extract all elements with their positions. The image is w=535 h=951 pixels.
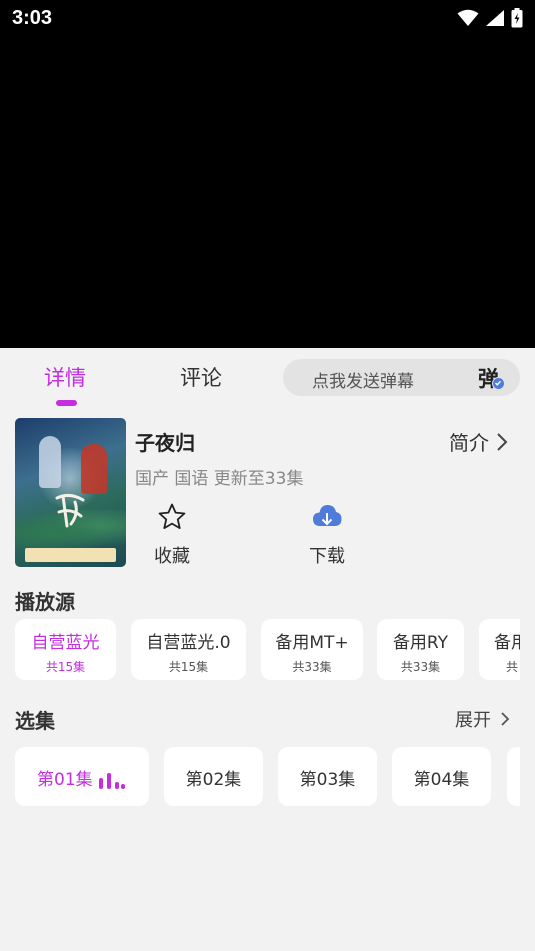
favorite-label: 收藏 — [154, 546, 190, 567]
show-meta: 国产 国语 更新至33集 — [135, 469, 304, 489]
cellular-signal-icon — [486, 10, 504, 26]
download-label: 下载 — [309, 546, 345, 567]
episode-item[interactable] — [507, 747, 520, 806]
intro-link[interactable]: 简介 — [449, 427, 511, 456]
danmaku-toggle-button[interactable]: 弹 — [478, 362, 508, 392]
source-item[interactable]: 自营蓝光 共15集 — [15, 619, 116, 680]
chevron-right-icon — [501, 712, 510, 726]
danmaku-input[interactable]: 点我发送弹幕 弹 — [283, 359, 520, 396]
show-poster[interactable] — [15, 418, 126, 567]
episode-item[interactable]: 第01集 — [15, 747, 149, 806]
tab-active-indicator — [56, 400, 77, 406]
download-button[interactable]: 下载 — [297, 500, 357, 570]
episode-item[interactable]: 第04集 — [392, 747, 491, 806]
source-item[interactable]: 备用RY 共33集 — [377, 619, 464, 680]
expand-episodes-link[interactable]: 展开 — [455, 706, 513, 732]
source-item[interactable]: 自营蓝光.0 共15集 — [131, 619, 246, 680]
episode-item[interactable]: 第02集 — [164, 747, 263, 806]
status-time: 3:03 — [12, 7, 53, 29]
source-section-title: 播放源 — [15, 590, 75, 614]
battery-charging-icon — [511, 8, 523, 28]
source-list[interactable]: 自营蓝光 共15集 自营蓝光.0 共15集 备用MT+ 共33集 备用RY 共3… — [15, 619, 520, 681]
now-playing-icon — [99, 773, 125, 789]
poster-calligraphy — [55, 493, 85, 528]
source-item[interactable]: 备用MT+ 共33集 — [261, 619, 363, 680]
video-player[interactable]: 3:03 — [0, 0, 535, 348]
episode-list[interactable]: 第01集 第02集 第03集 第04集 — [15, 747, 520, 806]
chevron-right-icon — [497, 432, 508, 451]
episode-section-title: 选集 — [15, 709, 55, 733]
source-item[interactable]: 备用 共 — [479, 619, 520, 680]
danmaku-enabled-check-icon — [492, 377, 505, 390]
expand-label: 展开 — [455, 710, 491, 731]
intro-label: 简介 — [449, 431, 489, 455]
status-bar: 3:03 — [0, 0, 535, 36]
tab-comments[interactable]: 评论 — [180, 362, 222, 392]
star-icon — [158, 503, 186, 529]
favorite-button[interactable]: 收藏 — [142, 500, 202, 570]
episode-item[interactable]: 第03集 — [278, 747, 377, 806]
wifi-icon — [457, 9, 479, 26]
show-title: 子夜归 — [135, 431, 195, 455]
danmaku-placeholder: 点我发送弹幕 — [312, 372, 414, 392]
tab-details[interactable]: 详情 — [44, 362, 86, 392]
detail-tabs: 详情 评论 点我发送弹幕 弹 — [0, 348, 535, 410]
cloud-download-icon — [313, 505, 342, 526]
